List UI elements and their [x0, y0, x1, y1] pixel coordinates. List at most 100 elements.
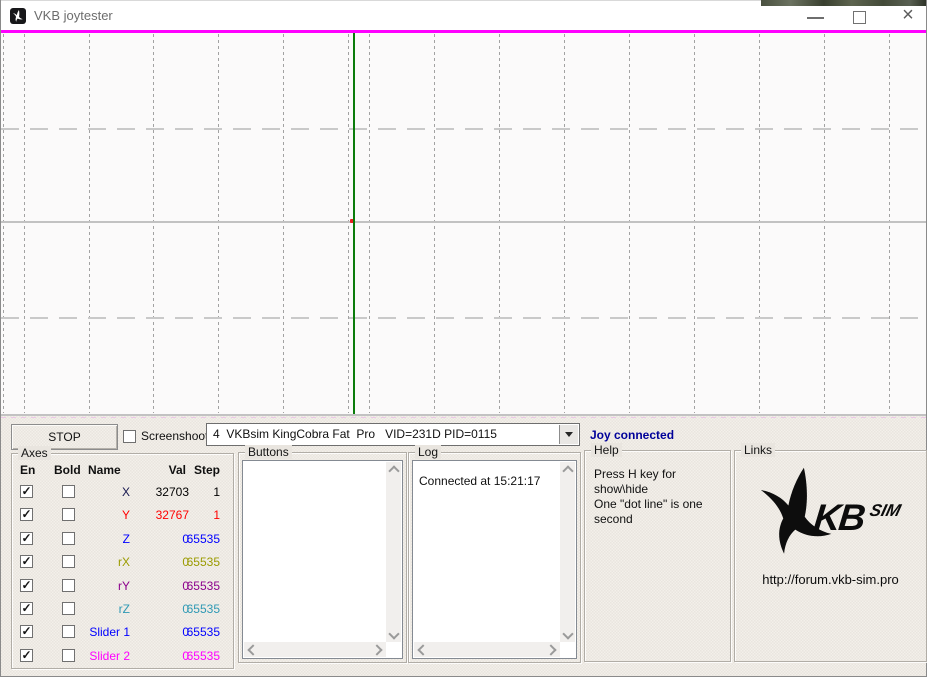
axis-value: 0 — [182, 648, 189, 663]
axis-row: ✓ Z 0 65535 — [12, 528, 233, 551]
axis-name: Slider 2 — [89, 648, 130, 663]
close-icon[interactable]: × — [897, 3, 919, 27]
time-gridline — [629, 34, 630, 413]
help-line-1: Press H key for show\hide — [594, 467, 677, 496]
axis-enabled-checkbox[interactable]: ✓ — [20, 648, 33, 662]
axis-row: ✓ rY 0 65535 — [12, 575, 233, 598]
device-select[interactable]: 4 VKBsim KingCobra Fat Pro VID=231D PID=… — [206, 423, 580, 446]
scroll-up-icon[interactable] — [561, 465, 574, 477]
screenshot-checkbox[interactable] — [123, 429, 136, 443]
axis-name: Slider 1 — [89, 625, 130, 640]
axis-step: 65535 — [186, 601, 220, 616]
log-entry: Connected at 15:21:17 — [419, 474, 541, 488]
axis-name: Y — [121, 508, 130, 523]
axis-name: X — [121, 485, 130, 499]
header-bold: Bold — [54, 463, 81, 477]
value-gridline — [1, 221, 926, 223]
buttons-group-title: Buttons — [245, 445, 292, 459]
axis-row: ✓ rZ 0 65535 — [12, 598, 233, 621]
time-gridline — [283, 34, 284, 413]
time-gridline — [369, 34, 370, 413]
scroll-left-icon[interactable] — [417, 644, 429, 656]
help-text: Press H key for show\hide One "dot line"… — [594, 467, 730, 527]
axis-enabled-checkbox[interactable]: ✓ — [20, 485, 33, 498]
titlebar: VKB joytester × — [1, 0, 926, 30]
help-line-2: One "dot line" is one second — [594, 497, 703, 526]
axis-row: ✓ Y 32767 1 — [12, 504, 233, 527]
vkbsim-logo: KB SIM — [742, 465, 920, 569]
axis-row: ✓ rX 0 65535 — [12, 551, 233, 574]
time-gridline — [564, 34, 565, 413]
time-gridline — [153, 34, 154, 413]
trace-slider2 — [1, 30, 926, 33]
axis-enabled-checkbox[interactable]: ✓ — [20, 508, 33, 522]
scroll-up-icon[interactable] — [387, 465, 400, 477]
links-group-title: Links — [741, 443, 776, 457]
scroll-down-icon[interactable] — [388, 628, 400, 640]
axis-row: ✓ X 32703 1 — [12, 481, 233, 504]
scroll-right-icon[interactable] — [371, 644, 383, 656]
axis-value: 32703 — [155, 485, 189, 499]
axis-row: ✓ Slider 2 0 65535 — [12, 645, 233, 668]
time-gridline — [824, 34, 825, 413]
header-val: Val — [168, 463, 186, 477]
window-title: VKB joytester — [34, 8, 113, 23]
axis-value: 0 — [182, 601, 189, 616]
logo-sim-text: SIM — [867, 501, 903, 520]
time-gridline — [499, 34, 500, 413]
log-entries: Connected at 15:21:17 — [419, 473, 558, 489]
buttons-groupbox: Buttons — [238, 445, 407, 663]
value-gridline — [1, 128, 926, 130]
scroll-down-icon[interactable] — [562, 628, 574, 640]
time-gridline — [24, 34, 25, 413]
axis-name: Z — [122, 531, 130, 546]
axis-step: 65535 — [186, 648, 220, 663]
app-window: VKB joytester × STOP Screenshoot 4 VKBsi… — [0, 0, 927, 677]
axes-table-header: En Bold Name Val Step — [12, 463, 233, 478]
help-group-title: Help — [591, 443, 622, 457]
screenshot-label: Screenshoot — [141, 429, 209, 443]
time-gridline — [3, 34, 4, 413]
app-icon — [10, 8, 26, 24]
axis-enabled-checkbox[interactable]: ✓ — [20, 625, 33, 639]
axis-value: 0 — [182, 555, 189, 570]
axis-step: 1 — [213, 485, 220, 499]
time-cursor-line — [353, 33, 355, 414]
maximize-icon[interactable] — [853, 11, 866, 24]
axes-group-title: Axes — [18, 446, 51, 460]
time-gridline — [218, 34, 219, 413]
axis-step: 65535 — [186, 555, 220, 570]
scroll-right-icon[interactable] — [545, 644, 557, 656]
buttons-list[interactable] — [242, 460, 403, 659]
log-list[interactable]: Connected at 15:21:17 — [412, 460, 577, 659]
axis-enabled-checkbox[interactable]: ✓ — [20, 601, 33, 615]
axis-enabled-checkbox[interactable]: ✓ — [20, 578, 33, 592]
buttons-horizontal-scrollbar[interactable] — [244, 642, 386, 657]
axes-groupbox: Axes En Bold Name Val Step ✓ X 32703 1 ✓… — [11, 446, 234, 669]
help-groupbox: Help Press H key for show\hide One "dot … — [584, 443, 731, 662]
axis-value: 0 — [182, 531, 189, 546]
control-panel: STOP Screenshoot 4 VKBsim KingCobra Fat … — [1, 416, 927, 676]
log-vertical-scrollbar[interactable] — [560, 462, 575, 642]
axis-step: 1 — [213, 508, 220, 523]
axis-enabled-checkbox[interactable]: ✓ — [20, 555, 33, 569]
buttons-vertical-scrollbar[interactable] — [386, 462, 401, 642]
device-select-dropdown-button[interactable] — [559, 425, 578, 444]
screenshot-option: Screenshoot — [123, 429, 208, 443]
axis-row: ✓ Slider 1 0 65535 — [12, 621, 233, 644]
axis-value: 0 — [182, 625, 189, 640]
forum-link[interactable]: http://forum.vkb-sim.pro — [735, 572, 926, 587]
time-gridline — [694, 34, 695, 413]
log-horizontal-scrollbar[interactable] — [414, 642, 560, 657]
log-groupbox: Log Connected at 15:21:17 — [408, 445, 581, 663]
time-gridline — [889, 34, 890, 413]
time-gridline — [434, 34, 435, 413]
axis-enabled-checkbox[interactable]: ✓ — [20, 531, 33, 545]
axis-step: 65535 — [186, 625, 220, 640]
axis-name: rZ — [118, 601, 130, 616]
minimize-icon[interactable] — [807, 17, 824, 19]
time-gridline — [759, 34, 760, 413]
axes-rows: ✓ X 32703 1 ✓ Y 32767 1 ✓ Z 0 65535 ✓ rX… — [12, 481, 233, 668]
scroll-left-icon[interactable] — [247, 644, 259, 656]
axis-name: rX — [118, 555, 130, 570]
